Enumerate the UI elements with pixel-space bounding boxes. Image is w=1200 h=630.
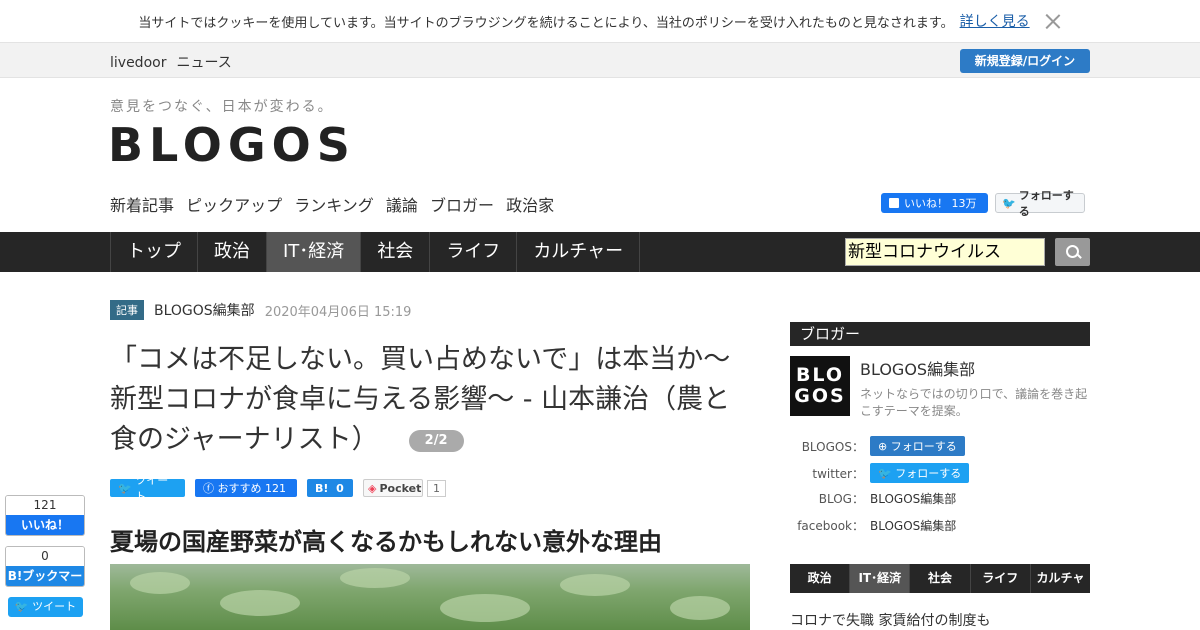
cookie-banner: 当サイトではクッキーを使用しています。当サイトのブラウジングを続けることにより、… bbox=[0, 0, 1200, 42]
login-button[interactable]: 新規登録/ログイン bbox=[960, 49, 1090, 73]
article-meta: 記事 BLOGOS編集部 2020年04月06日 15:19 bbox=[110, 300, 411, 320]
twitter-follow-label: フォローする bbox=[1018, 189, 1074, 218]
tab-life[interactable]: ライフ bbox=[429, 232, 516, 272]
sidebar-tab-politics[interactable]: 政治 bbox=[790, 564, 851, 593]
site-tagline: 意見をつなぐ、日本が変わる。 bbox=[110, 99, 334, 115]
row-label: BLOG： bbox=[818, 491, 864, 506]
facebook-link[interactable]: BLOGOS編集部 bbox=[870, 517, 956, 534]
nav-discussion[interactable]: 議論 bbox=[386, 196, 418, 215]
tab-politics[interactable]: 政治 bbox=[197, 232, 266, 272]
blog-link[interactable]: BLOGOS編集部 bbox=[870, 490, 956, 507]
author-link[interactable]: BLOGOS編集部 bbox=[154, 300, 255, 320]
livedoor-logo[interactable]: livedoor bbox=[110, 55, 166, 71]
facebook-recommend-button[interactable]: ⓕ おすすめ 121 bbox=[195, 479, 297, 497]
category-badge: 記事 bbox=[110, 300, 144, 320]
floating-hatena-bookmark[interactable]: 0 B!ブックマーク bbox=[5, 546, 85, 587]
share-buttons: 🐦 ツイート ⓕ おすすめ 121 B! 0 ◈ Pocket 1 bbox=[110, 474, 446, 503]
sidebar-tab-it-economy[interactable]: IT･経済 bbox=[850, 564, 911, 593]
facebook-like-button[interactable]: いいね！ 13万 bbox=[881, 193, 988, 213]
sidebar-article-link[interactable]: コロナで失職 家賃給付の制度も bbox=[790, 610, 990, 630]
cookie-more-link[interactable]: 詳しく見る bbox=[960, 11, 1030, 31]
hatena-icon: B! bbox=[315, 481, 329, 495]
floating-tweet-label: ツイート bbox=[32, 600, 77, 613]
nav-ranking[interactable]: ランキング bbox=[294, 196, 374, 215]
hatena-button[interactable]: B! 0 bbox=[307, 479, 353, 497]
main-nav: トップ 政治 IT･経済 社会 ライフ カルチャー 新型コロナウイルス bbox=[0, 232, 1200, 272]
sidebar-tab-culture[interactable]: カルチャー bbox=[1031, 564, 1090, 614]
article-title: 「コメは不足しない。買い占めないで」は本当か～新型コロナが食卓に与える影響～ -… bbox=[110, 340, 755, 460]
publish-date: 2020年04月06日 15:19 bbox=[264, 304, 412, 320]
sidebar-tab-life[interactable]: ライフ bbox=[971, 564, 1031, 593]
livedoor-bar: livedoor ニュース 新規登録/ログイン bbox=[0, 42, 1200, 78]
tweet-label: ツイート bbox=[135, 474, 169, 503]
row-label: BLOGOS： bbox=[801, 439, 864, 454]
close-icon[interactable] bbox=[1044, 12, 1062, 30]
hatena-count: 0 bbox=[336, 481, 344, 495]
tab-it-economy[interactable]: IT･経済 bbox=[266, 232, 361, 272]
pocket-count: 1 bbox=[427, 479, 446, 497]
article-subheading: 夏場の国産野菜が高くなるかもしれない意外な理由 bbox=[110, 528, 662, 556]
floating-share-bar: 121 いいね！ 0 B!ブックマーク 🐦 ツイート bbox=[5, 495, 85, 617]
site-logo[interactable]: BLOGOS bbox=[108, 118, 356, 172]
floating-hatena-count: 0 bbox=[6, 547, 84, 566]
floating-hatena-label: B!ブックマーク bbox=[6, 566, 84, 586]
sidebar-tabs: 政治 IT･経済 社会 ライフ カルチャー bbox=[790, 564, 1090, 614]
facebook-icon: ⓕ bbox=[203, 482, 214, 495]
tab-society[interactable]: 社会 bbox=[360, 232, 429, 272]
sidebar-row-twitter: twitter： 🐦 フォローする bbox=[790, 463, 1090, 483]
blogger-name[interactable]: BLOGOS編集部 bbox=[860, 356, 975, 380]
twitter-follow-sidebar-label: フォローする bbox=[895, 467, 962, 480]
pocket-label: Pocket bbox=[379, 481, 422, 495]
livedoor-brand[interactable]: livedoor ニュース bbox=[110, 52, 242, 72]
global-nav: 新着記事 ピックアップ ランキング 議論 ブロガー 政治家 bbox=[110, 192, 561, 216]
floating-tweet-button[interactable]: 🐦 ツイート bbox=[8, 597, 83, 617]
twitter-follow-sidebar-button[interactable]: 🐦 フォローする bbox=[870, 463, 970, 483]
twitter-icon: 🐦 bbox=[1002, 196, 1016, 210]
cookie-message: 当サイトではクッキーを使用しています。当サイトのブラウジングを続けることにより、… bbox=[138, 15, 954, 31]
news-link[interactable]: ニュース bbox=[176, 55, 231, 71]
floating-fb-count: 121 bbox=[6, 496, 84, 515]
page-indicator: 2/2 bbox=[408, 429, 464, 452]
floating-facebook-like[interactable]: 121 いいね！ bbox=[5, 495, 85, 536]
sidebar-row-blogos: BLOGOS： ⊕ フォローする bbox=[790, 436, 1090, 456]
row-label: twitter： bbox=[812, 466, 864, 481]
sidebar-row-blog: BLOG： BLOGOS編集部 bbox=[790, 488, 1090, 508]
tab-culture[interactable]: カルチャー bbox=[516, 232, 641, 272]
avatar[interactable]: BLO GOS bbox=[790, 356, 850, 416]
blogos-follow-label: フォローする bbox=[890, 440, 957, 453]
search-icon[interactable] bbox=[1055, 238, 1090, 266]
tab-top[interactable]: トップ bbox=[110, 232, 197, 272]
facebook-like-label: いいね！ 13万 bbox=[904, 197, 977, 210]
sidebar-tab-society[interactable]: 社会 bbox=[910, 564, 971, 593]
thumbs-up-icon bbox=[889, 198, 899, 208]
search-input[interactable]: 新型コロナウイルス bbox=[845, 238, 1045, 266]
nav-bloggers[interactable]: ブロガー bbox=[430, 196, 494, 215]
tweet-button[interactable]: 🐦 ツイート bbox=[110, 474, 185, 503]
pocket-button[interactable]: ◈ Pocket bbox=[363, 479, 423, 497]
sidebar-row-facebook: facebook： BLOGOS編集部 bbox=[790, 515, 1090, 535]
row-label: facebook： bbox=[797, 518, 864, 533]
twitter-icon: 🐦 bbox=[118, 481, 132, 495]
facebook-recommend-label: おすすめ 121 bbox=[217, 482, 287, 495]
nav-pickup[interactable]: ピックアップ bbox=[186, 196, 282, 215]
twitter-follow-button[interactable]: 🐦 フォローする bbox=[995, 189, 1085, 218]
blogos-follow-button[interactable]: ⊕ フォローする bbox=[870, 436, 965, 456]
nav-new[interactable]: 新着記事 bbox=[110, 196, 174, 215]
blogger-description: ネットならではの切り口で、議論を巻き起こすテーマを提案。 bbox=[860, 387, 1088, 418]
article-image bbox=[110, 564, 750, 630]
avatar-text-1: BLO bbox=[795, 364, 845, 386]
nav-politicians[interactable]: 政治家 bbox=[506, 196, 554, 215]
pocket-icon: ◈ bbox=[368, 481, 377, 495]
avatar-text-2: GOS bbox=[794, 385, 846, 407]
floating-fb-label: いいね！ bbox=[6, 515, 84, 535]
sidebar-heading: ブロガー bbox=[790, 322, 1090, 346]
